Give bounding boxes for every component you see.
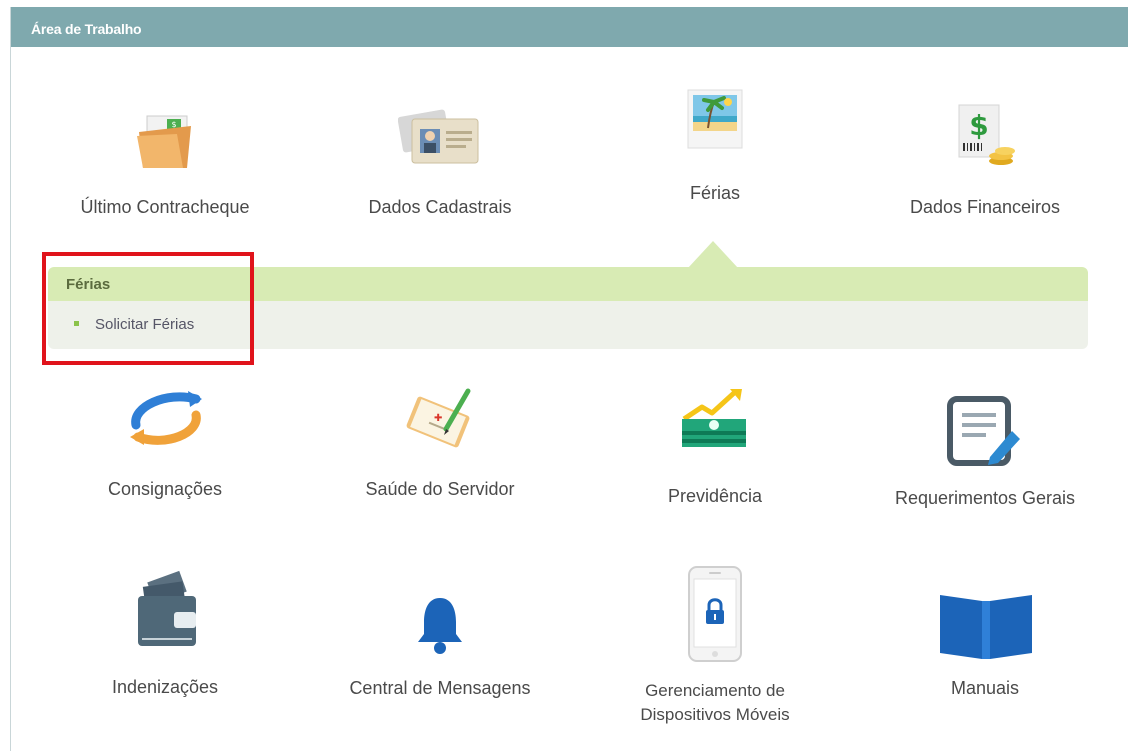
tile-gerenciamento-dispositivos[interactable]: Gerenciamento de Dispositivos Móveis [610,565,820,735]
tile-manuais[interactable]: Manuais [880,585,1090,705]
tile-label: Previdência [667,486,763,506]
tile-label: Último Contracheque [80,197,250,217]
id-cards-icon [398,109,479,164]
folder-paycheck-icon: $ [137,115,191,168]
tile-dados-financeiros[interactable]: $ Dados Financeiros [890,100,1080,225]
tile-label: Saúde do Servidor [365,479,515,499]
svg-text:$: $ [969,109,988,142]
tile-consignacoes[interactable]: Consignações [60,385,270,510]
tile-label-line1: Gerenciamento de [645,681,785,700]
bell-icon [418,598,462,654]
panel-title: Área de Trabalho [31,21,142,37]
svg-text:$: $ [171,120,176,129]
highlight-box [42,252,254,365]
clipboard-pen-icon: ✚ [406,388,471,448]
tile-indenizacoes[interactable]: Indenizações [60,570,270,700]
tile-central-de-mensagens[interactable]: Central de Mensagens [330,590,550,705]
tile-label-line2: Dispositivos Móveis [640,705,790,724]
tile-previdencia[interactable]: Previdência [620,385,810,510]
tile-label: Requerimentos Gerais [894,488,1076,508]
circular-arrows-icon [130,391,202,445]
tile-label: Dados Financeiros [909,197,1061,217]
tile-label: Consignações [107,479,223,499]
tile-ultimo-contracheque[interactable]: $ Último Contracheque [60,100,270,225]
tile-label: Central de Mensagens [349,678,531,698]
submenu-pointer [688,241,738,268]
tile-label: Manuais [950,678,1020,698]
tile-label: Indenizações [111,677,219,697]
tile-saude-do-servidor[interactable]: ✚ Saúde do Servidor [340,385,540,510]
mobile-lock-icon [688,566,742,662]
wallet-icon [138,570,196,646]
tile-ferias[interactable]: Férias [620,85,810,210]
beach-photo-icon [687,89,743,149]
tile-label: Dados Cadastrais [368,197,512,217]
svg-text:✚: ✚ [434,413,442,424]
tile-label: Férias [689,183,740,203]
tile-requerimentos-gerais[interactable]: Requerimentos Gerais [880,385,1090,510]
document-edit-icon [947,396,1020,466]
panel-header: Área de Trabalho [11,7,1128,47]
dollar-coins-icon: $ [958,104,1015,165]
open-book-icon [940,595,1032,659]
money-growth-icon [682,389,746,447]
tile-dados-cadastrais[interactable]: Dados Cadastrais [340,100,540,225]
